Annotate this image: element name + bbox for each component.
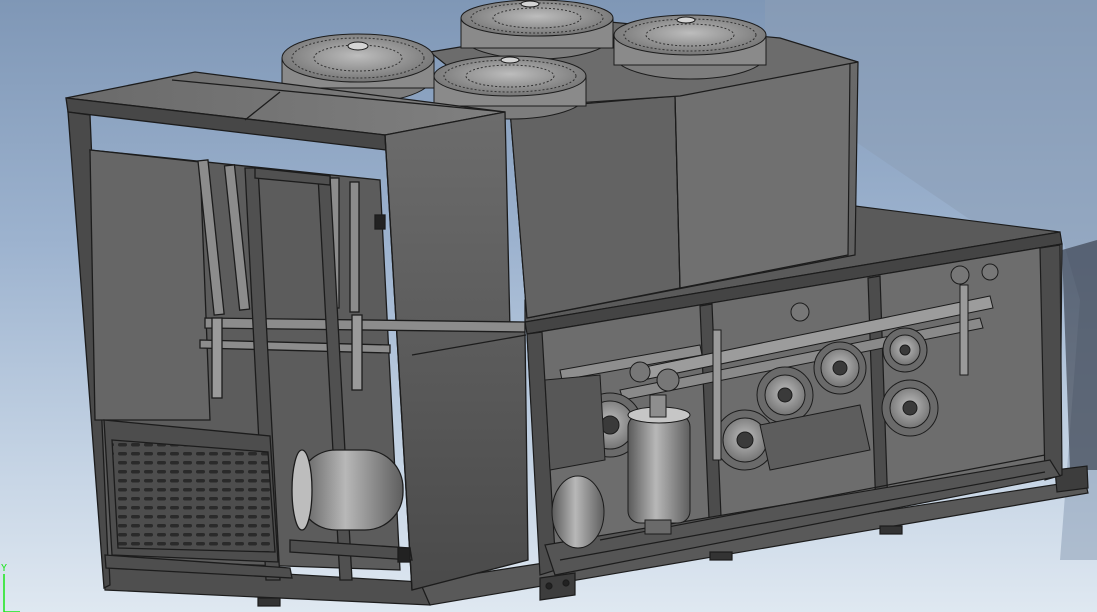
chiller-unit-model[interactable] [0,0,1097,612]
receiver-tank [291,449,404,531]
evaporator-module [65,71,529,591]
compressor [756,366,814,424]
y-axis-label: Y [1,563,8,574]
compressor [881,379,939,437]
compressor [813,341,867,395]
cad-3d-viewport[interactable]: Y [0,0,1097,612]
condenser-fan [613,14,767,80]
compressor [882,327,928,373]
condenser-fan [460,0,614,60]
perforated-panel [103,419,279,563]
